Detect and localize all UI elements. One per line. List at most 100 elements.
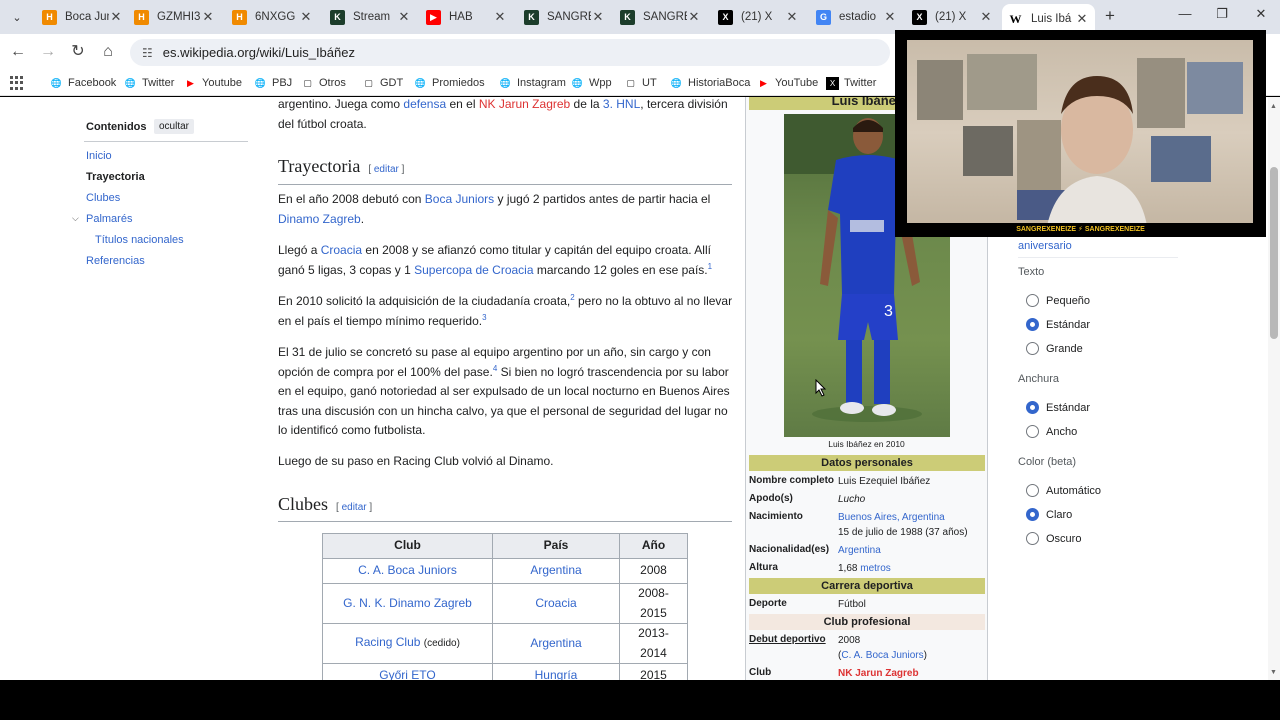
link-supercopa-croacia[interactable]: Supercopa de Croacia: [414, 263, 533, 277]
toc-hide-button[interactable]: ocultar: [154, 119, 195, 134]
radio-circle[interactable]: [1026, 484, 1039, 497]
link-debut-club[interactable]: C. A. Boca Juniors: [841, 650, 923, 661]
edit-clubes-link[interactable]: editar: [342, 502, 367, 513]
browser-tab[interactable]: K SANGRE ✕: [518, 4, 611, 30]
link-boca-juniors[interactable]: Boca Juniors: [425, 192, 494, 206]
bookmark-item[interactable]: ▶ YouTube: [757, 75, 818, 91]
site-info-icon[interactable]: ☷: [142, 46, 153, 60]
radio-pequeno[interactable]: Pequeño: [1026, 294, 1090, 307]
browser-tab[interactable]: X (21) X ✕: [712, 4, 805, 30]
country-link[interactable]: Argentina: [530, 636, 581, 650]
chevron-down-icon[interactable]: ⌵: [72, 213, 79, 224]
bookmark-item[interactable]: ▢ Otros: [301, 75, 346, 91]
club-link[interactable]: Racing Club: [355, 635, 420, 649]
browser-tab[interactable]: K Stream ✕: [324, 4, 417, 30]
radio-grande[interactable]: Grande: [1026, 342, 1083, 355]
radio-circle-selected[interactable]: [1026, 318, 1039, 331]
radio-circle[interactable]: [1026, 342, 1039, 355]
back-icon[interactable]: ←: [6, 40, 30, 64]
tab-close-icon[interactable]: ✕: [299, 9, 313, 25]
reload-icon[interactable]: ↻: [66, 40, 90, 64]
close-window-button[interactable]: ✕: [1246, 6, 1276, 28]
toc-item-clubes[interactable]: Clubes: [86, 192, 120, 204]
browser-tab[interactable]: H GZMHI3 ✕: [128, 4, 221, 30]
radio-circle-selected[interactable]: [1026, 508, 1039, 521]
ref-1[interactable]: 1: [708, 262, 712, 271]
country-link[interactable]: Hungría: [535, 668, 578, 680]
tab-close-icon[interactable]: ✕: [979, 9, 993, 25]
page-scrollbar[interactable]: ▲ ▼: [1268, 97, 1280, 680]
link-argentina[interactable]: Argentina: [838, 543, 881, 558]
scrollbar-thumb[interactable]: [1270, 167, 1278, 339]
link-current-club[interactable]: NK Jarun Zagreb: [838, 666, 919, 680]
radio-anchura-estandar[interactable]: Estándar: [1026, 401, 1090, 414]
bookmark-item[interactable]: 🌐 Wpp: [571, 75, 612, 91]
browser-tab[interactable]: Gestadio ✕: [810, 4, 903, 30]
country-link[interactable]: Argentina: [530, 563, 581, 577]
link-nk-jarun-zagreb[interactable]: NK Jarun Zagreb: [479, 97, 570, 111]
link-defensa[interactable]: defensa: [403, 97, 446, 111]
radio-circle-selected[interactable]: [1026, 401, 1039, 414]
bookmark-item[interactable]: ▶ Youtube: [184, 75, 242, 91]
bookmark-label: Instagram: [517, 77, 566, 89]
browser-tab[interactable]: K SANGRE ✕: [614, 4, 707, 30]
tab-close-icon[interactable]: ✕: [201, 9, 215, 25]
restore-button[interactable]: ❐: [1207, 6, 1237, 28]
tab-close-icon[interactable]: ✕: [883, 9, 897, 25]
toc-item-referencias[interactable]: Referencias: [86, 255, 145, 267]
minimize-button[interactable]: —: [1170, 6, 1200, 28]
radio-circle[interactable]: [1026, 294, 1039, 307]
bookmark-item[interactable]: 🌐 Twitter: [124, 75, 175, 91]
radio-texto-estandar[interactable]: Estándar: [1026, 318, 1090, 331]
link-3-hnl[interactable]: 3. HNL: [603, 97, 640, 111]
club-link[interactable]: C. A. Boca Juniors: [358, 563, 457, 577]
forward-icon[interactable]: →: [36, 40, 60, 64]
radio-automatico[interactable]: Automático: [1026, 484, 1101, 497]
home-icon[interactable]: ⌂: [96, 40, 120, 64]
tab-close-icon[interactable]: ✕: [591, 9, 605, 25]
bookmark-item[interactable]: 🌐 Promiedos: [414, 75, 485, 91]
tab-close-icon[interactable]: ✕: [785, 9, 799, 25]
apps-grid-icon[interactable]: [10, 76, 24, 90]
bookmark-item[interactable]: 🌐 Facebook: [50, 75, 116, 91]
tab-close-icon[interactable]: ✕: [493, 9, 507, 25]
radio-oscuro[interactable]: Oscuro: [1026, 532, 1081, 545]
link-buenos-aires[interactable]: Buenos Aires, Argentina: [838, 512, 945, 523]
browser-tab[interactable]: X (21) X ✕: [906, 4, 999, 30]
link-dinamo-zagreb[interactable]: Dinamo Zagreb: [278, 212, 361, 226]
toc-item-titulos-nacionales[interactable]: Títulos nacionales: [95, 234, 184, 246]
ref-3[interactable]: 3: [482, 313, 486, 322]
tab-search-button[interactable]: ⌄: [4, 6, 30, 28]
bookmark-item[interactable]: X Twitter: [826, 75, 876, 91]
tab-close-icon[interactable]: ✕: [1075, 11, 1089, 27]
bookmark-item[interactable]: 🌐 HistoriaBoca: [670, 75, 750, 91]
new-tab-button[interactable]: +: [1100, 6, 1120, 28]
link-metros[interactable]: metros: [860, 563, 891, 574]
radio-ancho[interactable]: Ancho: [1026, 425, 1077, 438]
toc-item-palmares[interactable]: Palmarés: [86, 213, 132, 225]
edit-trayectoria-link[interactable]: editar: [374, 164, 399, 175]
toc-item-inicio[interactable]: Inicio: [86, 150, 112, 162]
club-link[interactable]: G. N. K. Dinamo Zagreb: [343, 596, 472, 610]
browser-tab[interactable]: H 6NXGG ✕: [226, 4, 319, 30]
scroll-up-icon[interactable]: ▲: [1270, 103, 1277, 110]
club-link[interactable]: Győri ETO: [379, 668, 435, 680]
bookmark-item[interactable]: 🌐 PBJ: [254, 75, 292, 91]
bookmark-item[interactable]: 🌐 Instagram: [499, 75, 566, 91]
address-bar[interactable]: ☷ es.wikipedia.org/wiki/Luis_Ibáñez: [130, 39, 890, 66]
toc-item-trayectoria[interactable]: Trayectoria: [86, 171, 145, 183]
link-croacia[interactable]: Croacia: [321, 243, 362, 257]
browser-tab[interactable]: ▶ HAB ✕: [420, 4, 513, 30]
radio-circle[interactable]: [1026, 425, 1039, 438]
scroll-down-icon[interactable]: ▼: [1270, 669, 1277, 676]
bookmark-item[interactable]: ▢ UT: [624, 75, 656, 91]
tab-close-icon[interactable]: ✕: [687, 9, 701, 25]
browser-tab[interactable]: H Boca Jun ✕: [36, 4, 129, 30]
bookmark-item[interactable]: ▢ GDT: [362, 75, 403, 91]
tab-close-icon[interactable]: ✕: [397, 9, 411, 25]
radio-claro[interactable]: Claro: [1026, 508, 1072, 521]
tab-close-icon[interactable]: ✕: [109, 9, 123, 25]
panel-top-link[interactable]: aniversario: [1018, 240, 1072, 252]
country-link[interactable]: Croacia: [535, 596, 576, 610]
radio-circle[interactable]: [1026, 532, 1039, 545]
